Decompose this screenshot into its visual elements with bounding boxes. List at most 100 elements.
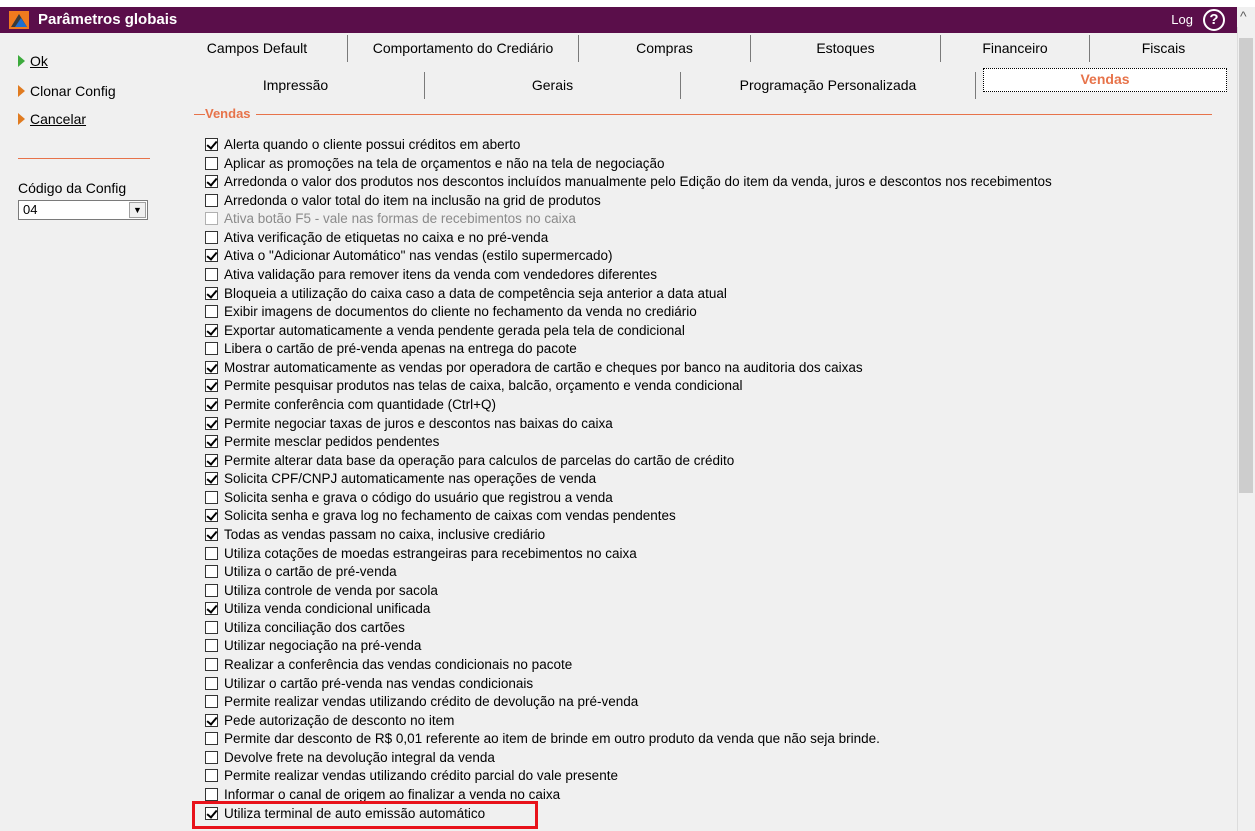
option-row[interactable]: Ativa o "Adicionar Automático" nas venda… [205, 248, 613, 266]
checkbox[interactable] [205, 639, 218, 653]
config-code-select[interactable]: 04 ▼ [18, 200, 148, 220]
scroll-up-icon[interactable]: ^ [1240, 8, 1247, 24]
tab-impressao[interactable]: Impressão [167, 72, 425, 99]
option-row[interactable]: Permite realizar vendas utilizando crédi… [205, 768, 618, 786]
option-row[interactable]: Utiliza cotações de moedas estrangeiras … [205, 546, 637, 564]
checkbox[interactable] [205, 583, 218, 597]
tab-campos-default[interactable]: Campos Default [167, 35, 348, 62]
option-row[interactable]: Permite mesclar pedidos pendentes [205, 434, 439, 452]
checkbox[interactable] [205, 156, 218, 170]
checkbox[interactable] [205, 360, 218, 374]
checkbox[interactable] [205, 565, 218, 579]
option-row[interactable]: Utilizar negociação na pré-venda [205, 638, 421, 656]
checkbox[interactable] [205, 695, 218, 709]
option-row[interactable]: Solicita senha e grava log no fechamento… [205, 508, 676, 526]
checkbox[interactable] [205, 305, 218, 319]
option-row[interactable]: Pede autorização de desconto no item [205, 713, 454, 731]
checkbox[interactable] [205, 788, 218, 801]
option-row[interactable]: Ativa validação para remover itens da ve… [205, 267, 657, 285]
option-row[interactable]: Exibir imagens de documentos do cliente … [205, 304, 697, 322]
option-row[interactable]: Permite pesquisar produtos nas telas de … [205, 378, 743, 396]
clone-config-label: Clonar Config [30, 83, 116, 99]
checkbox[interactable] [205, 193, 218, 207]
checkbox[interactable] [205, 268, 218, 281]
option-label: Solicita senha e grava log no fechamento… [224, 508, 676, 524]
checkbox[interactable] [205, 676, 218, 690]
option-row[interactable]: Permite conferência com quantidade (Ctrl… [205, 397, 496, 415]
option-row[interactable]: Utiliza o cartão de pré-venda [205, 564, 397, 582]
option-row[interactable]: Utilizar o cartão pré-venda nas vendas c… [205, 676, 533, 694]
log-link[interactable]: Log [1171, 12, 1193, 27]
option-row[interactable]: Todas as vendas passam no caixa, inclusi… [205, 527, 545, 545]
checkbox[interactable] [205, 379, 218, 393]
checkbox[interactable] [205, 416, 218, 430]
checkbox[interactable] [205, 620, 218, 634]
checkbox[interactable] [205, 509, 218, 523]
checkbox[interactable] [205, 175, 218, 189]
option-row[interactable]: Arredonda o valor dos produtos nos desco… [205, 174, 1052, 192]
checkbox[interactable] [205, 769, 218, 783]
option-label: Permite realizar vendas utilizando crédi… [224, 694, 639, 710]
tab-comportamento-crediario[interactable]: Comportamento do Crediário [348, 35, 579, 62]
option-row[interactable]: Devolve frete na devolução integral da v… [205, 750, 495, 768]
checkbox[interactable] [205, 398, 218, 411]
option-label: Utiliza venda condicional unificada [224, 601, 431, 617]
scrollbar-thumb[interactable] [1239, 38, 1253, 493]
checkbox[interactable] [205, 138, 218, 151]
chevron-down-icon[interactable]: ▼ [129, 202, 146, 218]
option-row[interactable]: Libera o cartão de pré-venda apenas na e… [205, 341, 577, 359]
tab-fiscais[interactable]: Fiscais [1090, 35, 1237, 62]
checkbox[interactable] [205, 658, 218, 671]
option-row[interactable]: Permite alterar data base da operação pa… [205, 453, 734, 471]
checkbox[interactable] [205, 342, 218, 356]
option-label: Permite dar desconto de R$ 0,01 referent… [224, 731, 880, 747]
tab-estoques[interactable]: Estoques [751, 35, 941, 62]
checkbox[interactable] [205, 249, 218, 263]
option-row[interactable]: Alerta quando o cliente possui créditos … [205, 137, 520, 155]
option-label: Utiliza o cartão de pré-venda [224, 564, 397, 580]
checkbox[interactable] [205, 453, 218, 467]
tab-programacao-personalizada[interactable]: Programação Personalizada [681, 72, 976, 99]
option-row[interactable]: Utiliza controle de venda por sacola [205, 583, 438, 601]
checkbox[interactable] [205, 732, 218, 746]
option-label: Arredonda o valor dos produtos nos desco… [224, 174, 1052, 190]
option-row[interactable]: Arredonda o valor total do item na inclu… [205, 193, 601, 211]
option-row[interactable]: Solicita CPF/CNPJ automaticamente nas op… [205, 471, 596, 489]
checkbox[interactable] [205, 472, 218, 486]
checkbox[interactable] [205, 713, 218, 727]
checkbox[interactable] [205, 230, 218, 244]
checkbox[interactable] [205, 750, 218, 764]
option-row[interactable]: Bloqueia a utilização do caixa caso a da… [205, 286, 727, 304]
checkbox[interactable] [205, 602, 218, 616]
option-row[interactable]: Utiliza venda condicional unificada [205, 601, 430, 619]
tab-vendas[interactable]: Vendas [983, 68, 1227, 92]
help-icon[interactable]: ? [1203, 9, 1225, 31]
checkbox[interactable] [205, 546, 218, 560]
checkbox[interactable] [205, 490, 218, 504]
checkbox[interactable] [205, 528, 218, 541]
vendas-group: Vendas Alerta quando o cliente possui cr… [194, 106, 1224, 831]
option-row[interactable]: Ativa verificação de etiquetas no caixa … [205, 230, 548, 248]
option-row[interactable]: Aplicar as promoções na tela de orçament… [205, 156, 665, 174]
option-row[interactable]: Mostrar automaticamente as vendas por op… [205, 360, 863, 378]
option-row[interactable]: Utiliza conciliação dos cartões [205, 620, 405, 638]
tab-compras[interactable]: Compras [579, 35, 751, 62]
option-row[interactable]: Permite negociar taxas de juros e descon… [205, 416, 613, 434]
tab-financeiro[interactable]: Financeiro [941, 35, 1090, 62]
tab-gerais[interactable]: Gerais [425, 72, 681, 99]
option-row[interactable]: Permite dar desconto de R$ 0,01 referent… [205, 731, 880, 749]
top-strip [0, 0, 1255, 7]
ok-button[interactable]: Ok [18, 53, 48, 69]
option-row[interactable]: Solicita senha e grava o código do usuár… [205, 490, 613, 508]
option-row[interactable]: Realizar a conferência das vendas condic… [205, 657, 572, 675]
highlight-box [192, 801, 538, 829]
checkbox[interactable] [205, 323, 218, 337]
checkbox[interactable] [205, 435, 218, 449]
option-row[interactable]: Permite realizar vendas utilizando crédi… [205, 694, 638, 712]
option-row[interactable]: Exportar automaticamente a venda pendent… [205, 323, 685, 341]
option-label: Exibir imagens de documentos do cliente … [224, 304, 697, 320]
cancel-button[interactable]: Cancelar [18, 111, 86, 127]
clone-config-button[interactable]: Clonar Config [18, 83, 116, 99]
checkbox[interactable] [205, 286, 218, 300]
sidebar-divider [18, 158, 150, 159]
